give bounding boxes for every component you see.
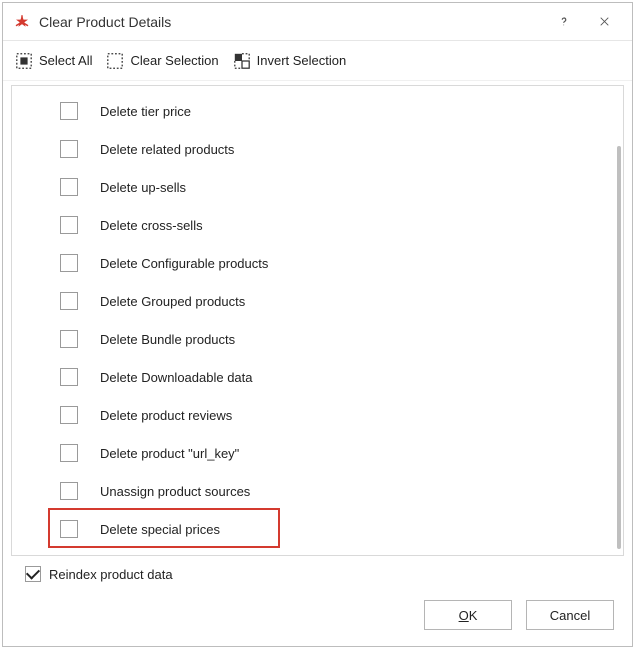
clear-selection-label: Clear Selection (130, 53, 218, 68)
option-checkbox[interactable] (60, 330, 78, 348)
option-row[interactable]: Unassign product sources (60, 472, 609, 510)
options-list-container: Delete tier price Delete related products… (11, 85, 624, 556)
option-checkbox[interactable] (60, 482, 78, 500)
option-label: Delete Bundle products (100, 332, 235, 347)
option-row[interactable]: Delete Downloadable data (60, 358, 609, 396)
option-checkbox[interactable] (60, 520, 78, 538)
invert-selection-button[interactable]: Invert Selection (233, 52, 347, 70)
option-row[interactable]: Delete special prices (60, 510, 609, 548)
option-label: Delete cross-sells (100, 218, 203, 233)
app-icon (13, 13, 31, 31)
option-checkbox[interactable] (60, 102, 78, 120)
option-checkbox[interactable] (60, 178, 78, 196)
reindex-row[interactable]: Reindex product data (3, 556, 632, 582)
clear-selection-icon (106, 52, 124, 70)
button-bar: OK Cancel (3, 582, 632, 646)
select-all-button[interactable]: Select All (15, 52, 92, 70)
option-checkbox[interactable] (60, 368, 78, 386)
option-checkbox[interactable] (60, 292, 78, 310)
option-row[interactable]: Delete related products (60, 130, 609, 168)
select-all-icon (15, 52, 33, 70)
toolbar: Select All Clear Selection Invert Select… (3, 41, 632, 81)
option-row[interactable]: Delete product reviews (60, 396, 609, 434)
option-row[interactable]: Delete cross-sells (60, 206, 609, 244)
invert-selection-icon (233, 52, 251, 70)
option-row[interactable]: Delete Grouped products (60, 282, 609, 320)
reindex-checkbox[interactable] (25, 566, 41, 582)
option-label: Delete special prices (100, 522, 220, 537)
option-label: Delete up-sells (100, 180, 186, 195)
cancel-label: Cancel (550, 608, 590, 623)
dialog-title: Clear Product Details (39, 14, 171, 30)
option-label: Delete product reviews (100, 408, 232, 423)
option-label: Delete Configurable products (100, 256, 268, 271)
option-checkbox[interactable] (60, 216, 78, 234)
option-row[interactable]: Delete product "url_key" (60, 434, 609, 472)
option-row[interactable]: Delete Configurable products (60, 244, 609, 282)
option-row[interactable]: Delete tier price (60, 92, 609, 130)
option-label: Unassign product sources (100, 484, 250, 499)
option-checkbox[interactable] (60, 140, 78, 158)
cancel-button[interactable]: Cancel (526, 600, 614, 630)
titlebar: Clear Product Details (3, 3, 632, 41)
option-label: Delete product "url_key" (100, 446, 239, 461)
reindex-label: Reindex product data (49, 567, 173, 582)
option-label: Delete related products (100, 142, 234, 157)
option-label: Delete tier price (100, 104, 191, 119)
options-list: Delete tier price Delete related products… (12, 86, 609, 555)
option-checkbox[interactable] (60, 254, 78, 272)
option-checkbox[interactable] (60, 444, 78, 462)
invert-selection-label: Invert Selection (257, 53, 347, 68)
select-all-label: Select All (39, 53, 92, 68)
option-label: Delete Grouped products (100, 294, 245, 309)
option-row[interactable]: Delete up-sells (60, 168, 609, 206)
close-button[interactable] (584, 7, 624, 37)
ok-label-post: K (469, 608, 478, 623)
help-button[interactable] (544, 7, 584, 37)
option-checkbox[interactable] (60, 406, 78, 424)
dialog: Clear Product Details Select All Clear S… (2, 2, 633, 647)
scrollbar[interactable] (617, 146, 621, 549)
option-label: Delete Downloadable data (100, 370, 253, 385)
ok-label-accel: O (459, 608, 469, 623)
option-row[interactable]: Delete Bundle products (60, 320, 609, 358)
ok-button[interactable]: OK (424, 600, 512, 630)
clear-selection-button[interactable]: Clear Selection (106, 52, 218, 70)
